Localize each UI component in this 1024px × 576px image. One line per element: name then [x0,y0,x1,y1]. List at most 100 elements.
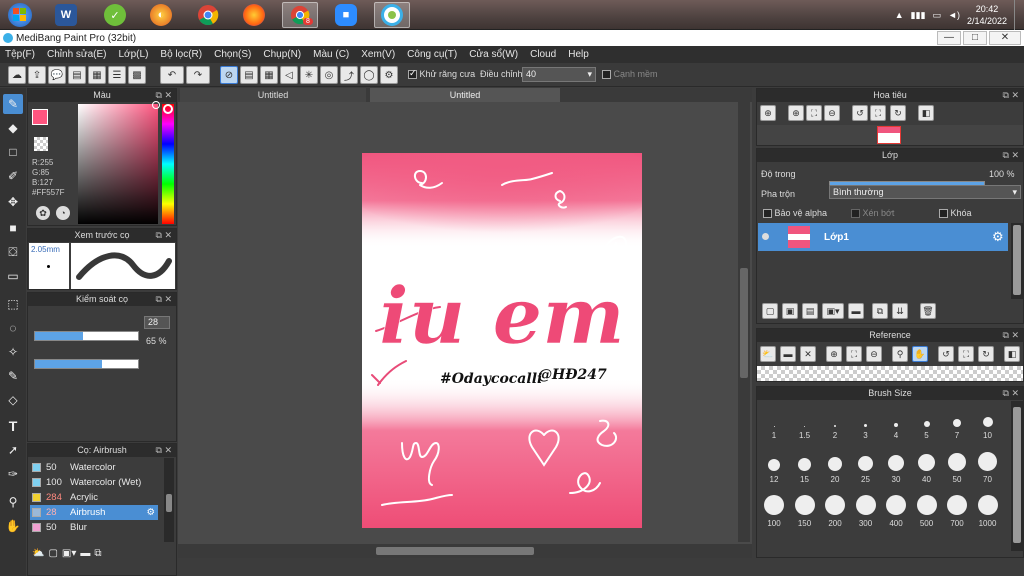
pen-tool-icon[interactable]: ✐ [3,166,23,186]
new-halftone-layer-icon[interactable]: ▣ [782,303,798,319]
maximize-button[interactable]: □ [963,31,987,45]
taskbar-paint[interactable]: ◐ [143,2,179,28]
brush-size-option[interactable]: 700 [942,493,972,533]
brush-size-option[interactable]: 5 [912,405,942,445]
brush-size-option[interactable]: 4 [881,405,911,445]
taskbar-chrome-active[interactable]: 8 [282,2,318,28]
eye-icon[interactable] [762,233,769,240]
brush-size-option[interactable]: 25 [851,449,881,489]
menu-snap[interactable]: Chụp(N) [263,49,301,60]
menu-edit[interactable]: Chỉnh sửa(E) [47,49,107,60]
menu-help[interactable]: Help [568,49,589,60]
brush-size-option[interactable]: 20 [820,449,850,489]
divide-tool-icon[interactable]: ✑ [3,464,23,484]
cloud-download-icon[interactable]: ⛅ [760,346,776,362]
circle-snap-icon[interactable]: ◎ [320,66,338,84]
brush-size-option[interactable]: 30 [881,449,911,489]
fit-screen-icon[interactable]: ⛶ [870,105,886,121]
menu-window[interactable]: Cửa sổ(W) [469,49,518,60]
menu-view[interactable]: Xem(V) [361,49,395,60]
brush-size-option[interactable]: 10 [973,405,1003,445]
panel-expand-icon[interactable]: ⧉ ✕ [156,444,172,457]
brush-size-option[interactable]: 100 [759,493,789,533]
share-icon[interactable]: ⇪ [28,66,46,84]
rotate-left-icon[interactable]: ↺ [938,346,954,362]
tab-untitled-2[interactable]: Untitled [370,88,560,102]
rotate-right-icon[interactable]: ↻ [978,346,994,362]
select-eraser-icon[interactable]: ◇ [3,390,23,410]
eyedropper-icon[interactable]: ⚲ [892,346,908,362]
transparent-swatch[interactable] [34,137,48,151]
protect-alpha-toggle[interactable]: Bảo vệ alpha [763,208,827,219]
brush-size-option[interactable]: 150 [790,493,820,533]
redo-icon[interactable]: ↷ [186,66,210,84]
taskbar-medibang[interactable] [374,2,410,28]
gradient-tool-icon[interactable]: ▭ [3,266,23,286]
palette-icon[interactable]: ✿ [36,206,50,220]
navigator-preview[interactable] [757,125,1023,145]
brush-size-slider[interactable] [34,331,139,341]
brush-size-option[interactable]: 7 [942,405,972,445]
saturation-value-picker[interactable] [78,101,160,224]
duplicate-layer-icon[interactable]: ⧉ [872,303,888,319]
menu-file[interactable]: Tệp(F) [5,49,35,60]
document-icon[interactable]: ▤ [68,66,86,84]
brush-size-field[interactable]: 28 [144,316,170,329]
grid-icon[interactable]: ▩ [128,66,146,84]
correction-select[interactable]: 40 ▾ [522,67,596,82]
brush-item-watercolor-wet[interactable]: 100 Watercolor (Wet) [30,475,158,490]
lasso-tool-icon[interactable]: ◌ [3,318,23,338]
layer-scroll-thumb[interactable] [1013,225,1021,295]
canvas-hscroll-thumb[interactable] [376,547,534,555]
rotate-left-icon[interactable]: ↺ [852,105,868,121]
layer-row-1[interactable]: Lớp1 ⚙ [758,223,1008,251]
settings-icon[interactable]: ⚙ [380,66,398,84]
brush-size-option[interactable]: 300 [851,493,881,533]
brush-size-option[interactable]: 12 [759,449,789,489]
network-icon[interactable]: ▮▮▮ [911,10,926,21]
blend-mode-select[interactable]: Bình thường ▾ [829,185,1021,199]
zoom-in-icon[interactable]: ⊕ [826,346,842,362]
chevron-up-icon[interactable]: ▲ [895,10,904,20]
tab-untitled-1[interactable]: Untitled [180,88,366,102]
select-rect-icon[interactable]: ⬚ [3,294,23,314]
taskbar-firefox[interactable] [236,2,272,28]
brush-size-option[interactable]: 1 [759,405,789,445]
sound-icon[interactable]: ◄) [948,10,960,20]
merge-layer-icon[interactable]: ⇊ [892,303,908,319]
canvas-vscroll-thumb[interactable] [740,268,748,378]
clip-toggle[interactable]: Xén bớt [851,208,894,219]
brush-size-scroll-thumb[interactable] [1013,407,1021,543]
duplicate-icon[interactable]: ⧉ [94,548,101,566]
radial-snap-icon[interactable]: ✳ [300,66,318,84]
canvas-vertical-scrollbar[interactable] [738,102,750,542]
magic-wand-icon[interactable]: ✧ [3,342,23,362]
menu-filter[interactable]: Bộ lọc(R) [160,49,202,60]
brush-size-option[interactable]: 3 [851,405,881,445]
panel-expand-icon[interactable]: ⧉ ✕ [1003,149,1019,162]
taskbar-chrome[interactable] [190,2,226,28]
brush-size-option[interactable]: 15 [790,449,820,489]
close-button[interactable]: ✕ [989,31,1021,45]
undo-icon[interactable]: ↶ [160,66,184,84]
layer-list-scrollbar[interactable] [1011,223,1023,299]
picker-handle[interactable] [152,101,160,109]
brush-size-option[interactable]: 1.5 [790,405,820,445]
battery-icon[interactable]: ▭ [933,10,942,21]
add-layer-menu-icon[interactable]: ▣▾ [822,303,844,319]
brush-menu-icon[interactable]: ▣▾ [62,548,76,566]
panel-expand-icon[interactable]: ⧉ ✕ [1003,387,1019,400]
zoom-fit-icon[interactable]: ⊕ [760,105,776,121]
cross-snap-icon[interactable]: ▦ [260,66,278,84]
canvas-area[interactable]: iu em #Odaycocalli @HĐ247 [178,102,752,544]
main-color-swatch[interactable] [32,109,48,125]
taskbar-word[interactable]: W [48,2,84,28]
zoom-out-icon[interactable]: ⊖ [866,346,882,362]
menu-tools[interactable]: Công cụ(T) [407,49,457,60]
brush-list-scrollbar[interactable] [164,458,174,542]
brush-size-option[interactable]: 70 [973,449,1003,489]
menu-cloud[interactable]: Cloud [530,49,556,60]
minimize-button[interactable]: — [937,31,961,45]
reference-canvas[interactable] [757,366,1023,381]
rectangle-tool-icon[interactable]: □ [3,142,23,162]
